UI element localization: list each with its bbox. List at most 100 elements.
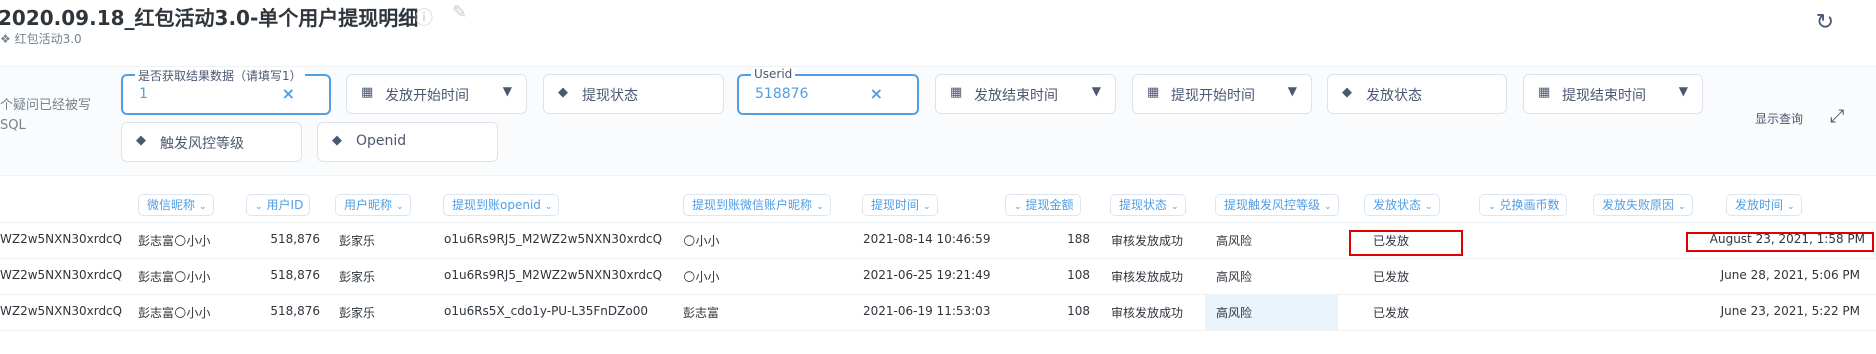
cell-withdraw-account-nickname: 🌕小小: [683, 234, 720, 248]
filter-issue-start-time[interactable]: ▦ 发放开始时间 ▼: [346, 74, 527, 114]
filter-withdraw-end-time[interactable]: ▦ 提现结束时间 ▼: [1523, 74, 1703, 114]
table-row[interactable]: WZ2w5NXN30xrdcQ 彭志富🌕小小 518,876 彭家乐 o1u6R…: [0, 294, 1876, 330]
refresh-icon[interactable]: ↻: [1816, 10, 1834, 35]
filter-withdraw-start-time[interactable]: ▦ 提现开始时间 ▼: [1132, 74, 1312, 114]
filter-openid[interactable]: ◆ Openid: [317, 122, 498, 162]
column-header[interactable]: 发放状态 ⌄: [1364, 194, 1440, 216]
filter-issue-status[interactable]: ◆ 发放状态: [1327, 74, 1507, 114]
chevron-down-icon: ▼: [1287, 84, 1297, 98]
calendar-icon: ▦: [1147, 85, 1160, 100]
dashboard-header: 2020.09.18_红包活动3.0-单个用户提现明细 ⓘ ✎ ❖ 红包活动3.…: [0, 0, 1876, 62]
column-header[interactable]: 提现到账openid ⌄: [443, 194, 560, 216]
column-header-label: 提现金额: [1025, 198, 1074, 212]
expand-icon[interactable]: ⤢: [1830, 106, 1844, 127]
cell-user-nickname: 彭家乐: [339, 270, 376, 284]
cell-issue-time: June 28, 2021, 5:06 PM: [1720, 268, 1860, 282]
info-icon[interactable]: ⓘ: [415, 4, 433, 30]
column-header[interactable]: 提现到账微信账户昵称 ⌄: [683, 194, 831, 216]
column-header[interactable]: 发放失败原因 ⌄: [1593, 194, 1693, 216]
column-header[interactable]: 发放时间 ⌄: [1726, 194, 1802, 216]
column-header-label: 发放失败原因: [1602, 198, 1675, 212]
cell-withdraw-openid: o1u6Rs5X_cdo1y-PU-L35FnDZo00: [444, 304, 648, 318]
collection-breadcrumb[interactable]: ❖ 红包活动3.0: [0, 30, 82, 47]
filter-issue-end-time[interactable]: ▦ 发放结束时间 ▼: [935, 74, 1116, 114]
cell-openid-tail: WZ2w5NXN30xrdcQ: [0, 304, 123, 318]
chevron-down-icon: ⌄: [1324, 202, 1332, 212]
cell-withdraw-amount: 108: [1067, 304, 1090, 318]
column-header[interactable]: ⌄ 兑换画币数: [1479, 194, 1567, 216]
chevron-down-icon: ⌄: [1171, 202, 1179, 212]
cell-issue-status: 已发放: [1373, 306, 1410, 320]
cell-withdraw-status: 审核发放成功: [1111, 270, 1184, 284]
column-header[interactable]: 微信昵称 ⌄: [138, 194, 214, 216]
cell-withdraw-time: 2021-06-19 11:53:03: [863, 304, 991, 318]
column-header[interactable]: ⌄ 提现金额: [1005, 194, 1081, 216]
column-header-label: 提现时间: [871, 198, 920, 212]
clear-icon[interactable]: ×: [870, 84, 883, 103]
cell-user-nickname: 彭家乐: [339, 306, 376, 320]
column-header[interactable]: ⌄ 用户ID: [246, 194, 311, 216]
filter-withdraw-status[interactable]: ◆ 提现状态: [543, 74, 724, 114]
cell-withdraw-status: 审核发放成功: [1111, 234, 1184, 248]
cell-wechat-nickname: 彭志富🌕小小: [138, 270, 211, 284]
chevron-down-icon: ⌄: [544, 202, 553, 212]
filter-get-result-label: 是否获取结果数据（请填写1）: [135, 67, 305, 84]
column-header[interactable]: 用户昵称 ⌄: [335, 194, 411, 216]
chevron-down-icon: ⌄: [816, 202, 824, 212]
clear-icon[interactable]: ×: [282, 84, 295, 103]
chevron-down-icon: ⌄: [1014, 202, 1022, 212]
filter-withdraw-status-label: 提现状态: [582, 88, 638, 104]
cell-withdraw-account-nickname: 🌕小小: [683, 270, 720, 284]
column-header-label: 兑换画币数: [1499, 198, 1560, 212]
cell-issue-time: June 23, 2021, 5:22 PM: [1720, 304, 1860, 318]
collection-icon: ❖: [0, 32, 15, 46]
chevron-down-icon: ⌄: [1678, 202, 1686, 212]
cell-risk-level: 高风险: [1216, 234, 1253, 248]
filter-userid-label: Userid: [751, 67, 796, 81]
cell-issue-status: 已发放: [1373, 270, 1410, 284]
edit-pencil-icon[interactable]: ✎: [452, 2, 467, 23]
chevron-down-icon: ▼: [502, 84, 512, 98]
column-header-label: 提现状态: [1119, 198, 1168, 212]
filter-get-result[interactable]: 是否获取结果数据（请填写1） 1 ×: [121, 67, 331, 115]
filter-issue-status-label: 发放状态: [1366, 88, 1422, 104]
column-header-label: 用户昵称: [344, 198, 393, 212]
column-header[interactable]: 提现状态 ⌄: [1110, 194, 1186, 216]
table-row[interactable]: WZ2w5NXN30xrdcQ 彭志富🌕小小 518,876 彭家乐 o1u6R…: [0, 258, 1876, 294]
filter-userid[interactable]: Userid 518876 ×: [737, 67, 919, 115]
filter-risk-level[interactable]: ◆ 触发风控等级: [121, 122, 302, 162]
table-row[interactable]: WZ2w5NXN30xrdcQ 彭志富🌕小小 518,876 彭家乐 o1u6R…: [0, 222, 1876, 258]
calendar-icon: ▦: [361, 85, 374, 100]
column-header-label: 提现到账微信账户昵称: [692, 198, 813, 212]
column-header[interactable]: 提现触发风控等级 ⌄: [1215, 194, 1339, 216]
collection-name: 红包活动3.0: [14, 32, 82, 46]
column-header-label: 发放时间: [1735, 198, 1784, 212]
tag-icon: ◆: [136, 133, 146, 148]
sidebar-note-line1: 个疑问已经被写: [0, 98, 92, 113]
filter-issue-end-time-label: 发放结束时间: [974, 88, 1058, 104]
tag-icon: ◆: [558, 85, 568, 100]
filter-risk-level-label: 触发风控等级: [160, 136, 244, 152]
annotation-box-issue-status: [1349, 230, 1463, 256]
sidebar-note: 个疑问已经被写 SQL: [0, 96, 91, 136]
filter-get-result-value[interactable]: 1: [139, 86, 148, 102]
tag-icon: ◆: [1342, 85, 1352, 100]
page-title: 2020.09.18_红包活动3.0-单个用户提现明细: [0, 6, 419, 30]
filter-openid-label: Openid: [356, 133, 407, 149]
cell-openid-tail: WZ2w5NXN30xrdcQ: [0, 268, 123, 282]
filter-userid-value[interactable]: 518876: [755, 86, 808, 102]
sidebar-note-line2: SQL: [0, 118, 26, 133]
cell-risk-level: 高风险: [1216, 306, 1253, 320]
cell-user-id: 518,876: [270, 232, 320, 246]
chevron-down-icon: ⌄: [1488, 202, 1496, 212]
cell-risk-level: 高风险: [1216, 270, 1253, 284]
cell-withdraw-amount: 188: [1067, 232, 1090, 246]
chevron-down-icon: ⌄: [923, 202, 931, 212]
chevron-down-icon: ▼: [1678, 84, 1688, 98]
column-header[interactable]: 提现时间 ⌄: [862, 194, 938, 216]
show-query-button[interactable]: 显示查询: [1755, 110, 1803, 127]
cell-withdraw-openid: o1u6Rs9RJ5_M2WZ2w5NXN30xrdcQ: [444, 268, 663, 282]
chevron-down-icon: ⌄: [199, 202, 207, 212]
chevron-down-icon: ⌄: [396, 202, 404, 212]
cell-withdraw-amount: 108: [1067, 268, 1090, 282]
